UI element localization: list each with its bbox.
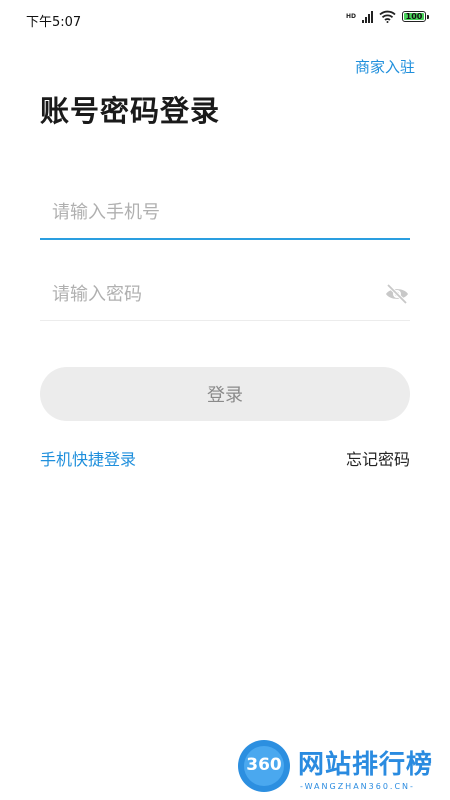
watermark-domain: -WANGZHAN360.CN-: [300, 782, 415, 791]
eye-off-icon[interactable]: [384, 281, 410, 307]
status-bar: 下午5:07 HD 100: [0, 0, 450, 36]
battery-level-text: 100: [405, 12, 423, 21]
status-time: 下午5:07: [26, 15, 82, 30]
status-icons: HD 100: [345, 10, 429, 23]
wifi-icon: [379, 10, 396, 23]
phone-input[interactable]: [40, 186, 410, 238]
signal-icon: [362, 10, 373, 23]
phone-field-container: [40, 186, 410, 240]
password-input[interactable]: [40, 268, 410, 320]
battery-tip: [427, 15, 429, 19]
watermark-badge-circle: 360: [238, 740, 290, 792]
network-hd-label: HD: [345, 12, 356, 20]
merchant-join-link[interactable]: 商家入驻: [355, 56, 415, 77]
page-title: 账号密码登录: [40, 94, 221, 128]
quick-login-link[interactable]: 手机快捷登录: [40, 446, 136, 470]
battery-icon: 100: [402, 11, 429, 22]
password-field-container: [40, 268, 410, 321]
watermark-logo: 360 网站排行榜 -WANGZHAN360.CN-: [238, 738, 448, 798]
watermark-name: 网站排行榜: [298, 750, 434, 780]
watermark-badge-text: 360: [246, 755, 282, 775]
login-button[interactable]: 登录: [40, 367, 410, 421]
forgot-password-link[interactable]: 忘记密码: [346, 446, 410, 470]
